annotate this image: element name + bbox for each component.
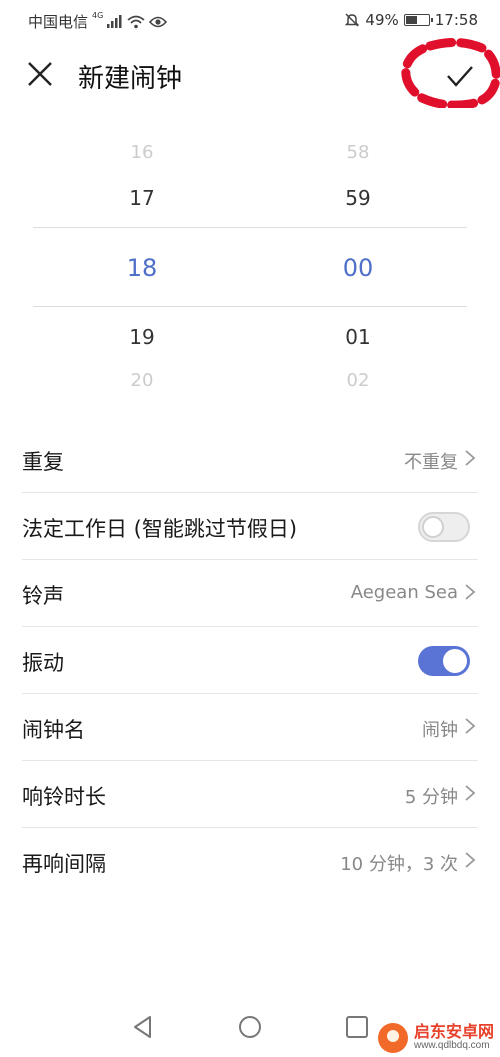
snooze-row[interactable]: 再响间隔 10 分钟，3 次 [22, 828, 478, 895]
vibrate-toggle[interactable] [418, 646, 470, 676]
ring-duration-value: 5 分钟 [404, 787, 458, 808]
repeat-label: 重复 [22, 450, 64, 474]
hour-above: 17 [129, 186, 155, 210]
picker-divider-bottom [33, 306, 467, 307]
alarm-name-value: 闹钟 [422, 720, 458, 741]
minute-selected: 00 [342, 254, 374, 282]
ringtone-label: 铃声 [22, 584, 64, 608]
toggle-knob [443, 649, 467, 673]
battery-percent: 49% [365, 11, 399, 29]
ringtone-row[interactable]: 铃声 Aegean Sea [22, 560, 478, 627]
chevron-right-icon [465, 450, 476, 466]
time-picker[interactable]: 16 17 18 19 20 58 59 00 01 02 [0, 130, 500, 400]
status-left: 中国电信 4G [28, 11, 168, 32]
workday-toggle[interactable] [418, 512, 470, 542]
minute-wheel[interactable]: 58 59 00 01 02 [298, 130, 418, 400]
chevron-right-icon [465, 584, 476, 600]
watermark-url: www.qdlbdq.com [413, 1040, 490, 1052]
bell-off-icon [345, 13, 360, 27]
vibrate-row: 振动 [22, 627, 478, 694]
header: 新建闹钟 [0, 42, 500, 112]
hour-below: 19 [129, 325, 155, 349]
repeat-value: 不重复 [404, 452, 458, 473]
close-icon [28, 62, 52, 86]
hour-far-below: 20 [130, 370, 154, 391]
clock-time: 17:58 [434, 11, 478, 29]
watermark: 启东安卓网 www.qdlbdq.com [377, 1023, 494, 1053]
minute-above: 59 [345, 186, 371, 210]
eye-icon [149, 16, 168, 27]
back-button[interactable] [128, 1012, 158, 1042]
check-icon [447, 66, 473, 87]
back-triangle-icon [134, 1016, 151, 1038]
alarm-name-row[interactable]: 闹钟名 闹钟 [22, 694, 478, 761]
alarm-name-label: 闹钟名 [22, 718, 85, 742]
hour-selected: 18 [126, 254, 158, 282]
status-bar: 中国电信 4G 49% 17:58 [0, 0, 500, 42]
repeat-row[interactable]: 重复 不重复 [22, 426, 478, 493]
signal-icon [107, 15, 122, 28]
vibrate-label: 振动 [22, 651, 64, 675]
recents-square-icon [346, 1016, 368, 1038]
minute-far-above: 58 [346, 142, 370, 163]
watermark-text: 启东安卓网 www.qdlbdq.com [414, 1024, 494, 1051]
carrier-name: 中国电信 [28, 13, 89, 31]
ring-duration-row[interactable]: 响铃时长 5 分钟 [22, 761, 478, 828]
ringtone-value: Aegean Sea [350, 582, 458, 603]
network-type: 4G [92, 11, 104, 20]
workday-label: 法定工作日 (智能跳过节假日) [22, 517, 298, 541]
watermark-title: 启东安卓网 [413, 1022, 494, 1042]
battery-level [405, 16, 417, 24]
minute-far-below: 02 [346, 370, 370, 391]
chevron-right-icon [465, 852, 476, 868]
chevron-right-icon [465, 785, 476, 801]
page-title: 新建闹钟 [78, 64, 183, 94]
confirm-button[interactable] [440, 56, 480, 96]
snooze-value: 10 分钟，3 次 [340, 854, 458, 875]
toggle-knob [422, 516, 444, 538]
home-button[interactable] [235, 1012, 265, 1042]
wifi-icon [127, 15, 145, 28]
watermark-logo-icon [377, 1023, 408, 1053]
home-circle-icon [239, 1016, 261, 1038]
ring-duration-label: 响铃时长 [22, 785, 106, 809]
status-right: 49% 17:58 [344, 11, 478, 29]
workday-row: 法定工作日 (智能跳过节假日) [22, 493, 478, 560]
chevron-right-icon [465, 718, 476, 734]
hour-far-above: 16 [130, 142, 154, 163]
minute-below: 01 [345, 325, 371, 349]
navigation-bar: 启东安卓网 www.qdlbdq.com [0, 1000, 500, 1057]
picker-divider-top [33, 227, 467, 228]
battery-icon [403, 14, 433, 26]
hour-wheel[interactable]: 16 17 18 19 20 [82, 130, 202, 400]
recents-button[interactable] [342, 1012, 372, 1042]
snooze-label: 再响间隔 [22, 852, 106, 876]
close-button[interactable] [22, 56, 58, 92]
